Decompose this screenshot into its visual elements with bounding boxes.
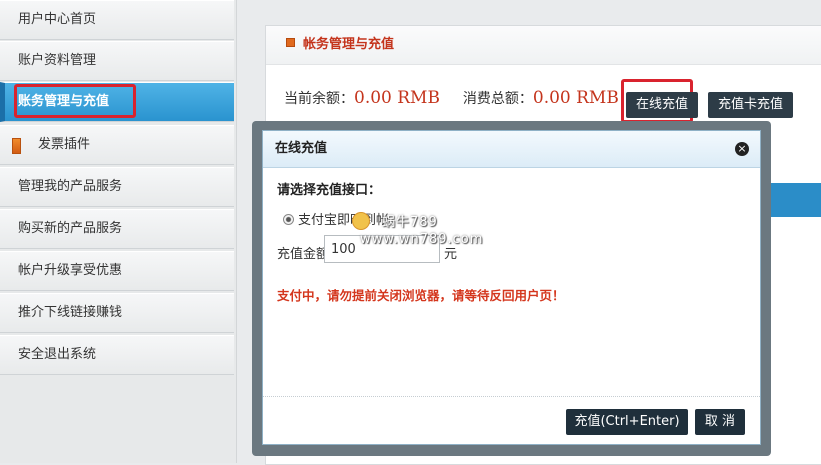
sidebar-item-buy-products[interactable]: 购买新的产品服务 xyxy=(0,209,234,249)
sidebar-item-user-center-home[interactable]: 用户中心首页 xyxy=(0,0,234,40)
sidebar-item-label: 管理我的产品服务 xyxy=(18,179,123,194)
gateway-label: 请选择充值接口： xyxy=(277,183,382,198)
warning-text: 支付中，请勿提前关闭浏览器，请等待反回用户页！ xyxy=(277,288,565,303)
sidebar: 用户中心首页 账户资料管理 账务管理与充值 发票插件 管理我的产品服务 购买新的… xyxy=(0,0,237,463)
sidebar-item-manage-products[interactable]: 管理我的产品服务 xyxy=(0,167,234,207)
sidebar-item-label: 帐户升级享受优惠 xyxy=(18,263,123,278)
cancel-button[interactable]: 取 消 xyxy=(695,409,745,435)
gateway-option[interactable]: 支付宝即时到帐 xyxy=(283,209,389,228)
sidebar-item-invoice-plugin[interactable]: 发票插件 xyxy=(0,125,234,165)
sidebar-item-label: 安全退出系统 xyxy=(18,347,97,362)
online-recharge-button[interactable]: 在线充值 xyxy=(626,92,699,118)
watermark-logo-icon xyxy=(352,212,370,230)
balance-value: 0.00 RMB xyxy=(354,88,440,108)
sidebar-item-referral[interactable]: 推介下线链接赚钱 xyxy=(0,293,234,333)
highlight-box xyxy=(14,84,136,118)
sidebar-item-label: 推介下线链接赚钱 xyxy=(18,305,123,320)
panel-header: 帐务管理与充值 xyxy=(266,26,821,65)
close-icon[interactable]: × xyxy=(735,142,749,156)
sidebar-item-label: 用户中心首页 xyxy=(18,12,97,27)
watermark-url: www.wn789.com xyxy=(360,232,484,247)
balance-label: 当前余额： xyxy=(284,91,354,107)
spent-label: 消费总额： xyxy=(462,91,533,107)
sidebar-item-billing-recharge[interactable]: 账务管理与充值 xyxy=(0,82,234,122)
balance-row: 当前余额：0.00 RMB 消费总额：0.00 RMB xyxy=(284,88,619,108)
invoice-icon xyxy=(12,138,21,154)
watermark-text: 蜗牛789 xyxy=(382,215,438,230)
sidebar-item-label: 账户资料管理 xyxy=(18,53,97,68)
sidebar-item-logout[interactable]: 安全退出系统 xyxy=(0,335,234,375)
bullet-icon xyxy=(286,38,295,47)
sidebar-item-label: 购买新的产品服务 xyxy=(18,221,123,236)
divider xyxy=(263,396,760,397)
gateway-option-label: 支付宝即时到帐 xyxy=(298,213,390,228)
online-recharge-dialog: 在线充值 × 请选择充值接口： 支付宝即时到帐 充值金额： 元 支付中，请勿提前… xyxy=(262,130,761,445)
sidebar-item-label: 发票插件 xyxy=(38,137,91,152)
panel-title: 帐务管理与充值 xyxy=(303,37,395,52)
submit-recharge-button[interactable]: 充值(Ctrl+Enter) xyxy=(566,409,688,435)
dialog-title: 在线充值 xyxy=(263,131,760,168)
sidebar-item-account-upgrade[interactable]: 帐户升级享受优惠 xyxy=(0,251,234,291)
sidebar-item-account-profile[interactable]: 账户资料管理 xyxy=(0,41,234,81)
card-recharge-button[interactable]: 充值卡充值 xyxy=(708,92,794,118)
spent-value: 0.00 RMB xyxy=(532,88,619,108)
radio-button[interactable] xyxy=(283,214,294,225)
